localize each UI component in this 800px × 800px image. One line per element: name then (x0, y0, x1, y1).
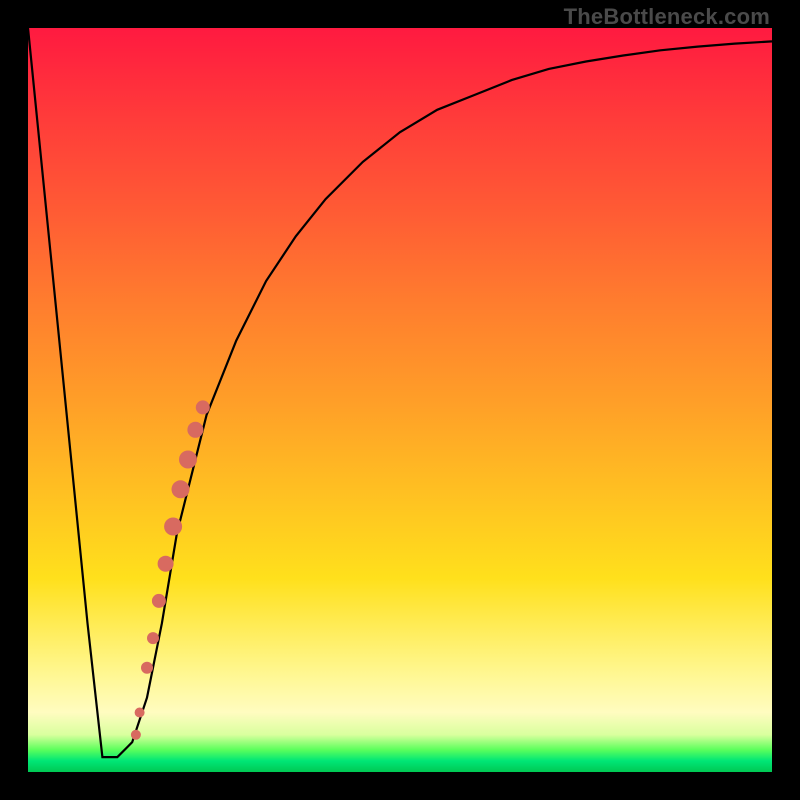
chart-frame: TheBottleneck.com (0, 0, 800, 800)
data-marker (196, 400, 210, 414)
data-marker (158, 556, 174, 572)
data-marker (172, 480, 190, 498)
chart-svg (28, 28, 772, 772)
data-marker (164, 518, 182, 536)
data-marker (135, 708, 145, 718)
bottleneck-curve (28, 28, 772, 757)
data-marker (179, 451, 197, 469)
watermark-text: TheBottleneck.com (564, 4, 770, 30)
data-marker (141, 662, 153, 674)
data-marker (187, 422, 203, 438)
data-marker (131, 730, 141, 740)
plot-area (28, 28, 772, 772)
data-marker (147, 632, 159, 644)
data-marker (152, 594, 166, 608)
